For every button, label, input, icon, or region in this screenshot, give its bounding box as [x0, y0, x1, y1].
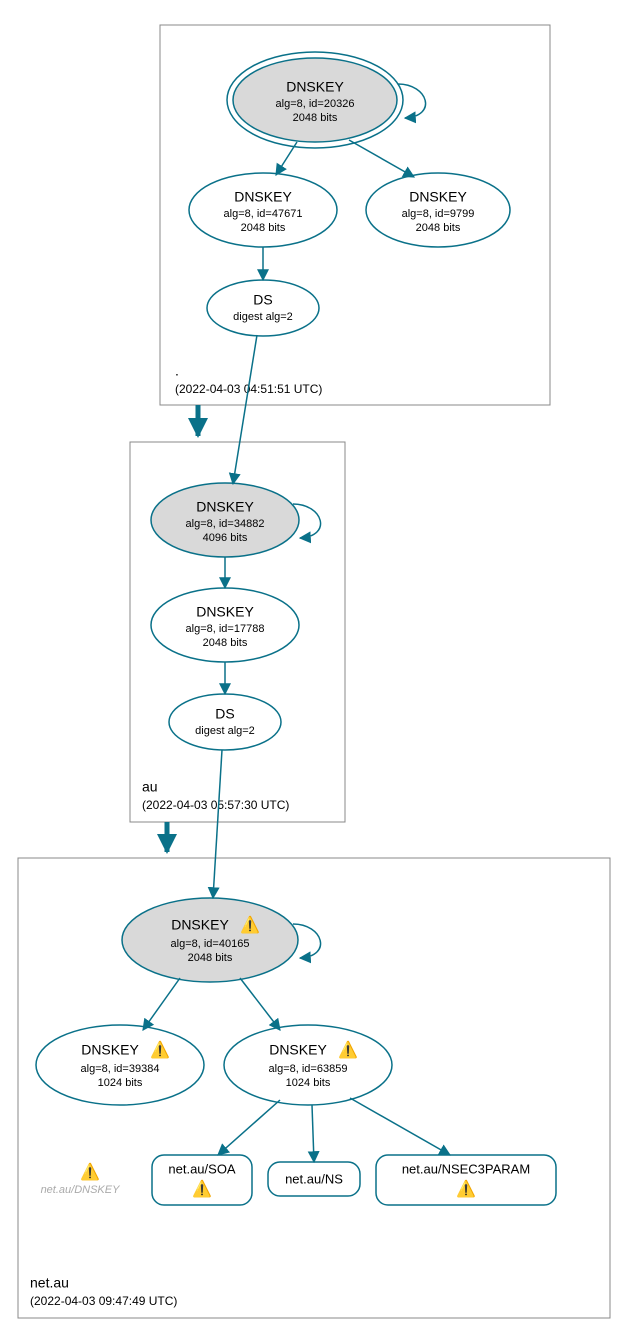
- text: 2048 bits: [188, 952, 233, 964]
- node-netau-zsk2: DNSKEY ⚠️ alg=8, id=63859 1024 bits: [224, 1025, 392, 1105]
- node-au-ksk: DNSKEY alg=8, id=34882 4096 bits: [151, 483, 299, 557]
- text: DNSKEY: [409, 189, 467, 205]
- node-root-zsk1: DNSKEY alg=8, id=47671 2048 bits: [189, 173, 337, 247]
- warning-icon: ⚠️: [338, 1040, 358, 1059]
- node-nsec3: net.au/NSEC3PARAM ⚠️: [376, 1155, 556, 1205]
- text: 1024 bits: [286, 1077, 331, 1089]
- zone-root-label: .: [175, 363, 179, 379]
- edge: [240, 978, 280, 1030]
- node-root-ksk: DNSKEY alg=8, id=20326 2048 bits: [227, 52, 403, 148]
- edge: [312, 1105, 314, 1162]
- text: digest alg=2: [233, 311, 293, 323]
- node-ns: net.au/NS: [268, 1162, 360, 1196]
- warning-icon: ⚠️: [456, 1179, 476, 1198]
- node-netau-ksk: DNSKEY ⚠️ alg=8, id=40165 2048 bits: [122, 898, 298, 982]
- text: DS: [253, 292, 272, 308]
- text: alg=8, id=9799: [402, 208, 475, 220]
- text: net.au/NS: [285, 1171, 343, 1186]
- edge-rootds-auksk: [233, 335, 257, 484]
- text: alg=8, id=17788: [186, 623, 265, 635]
- zone-netau-label: net.au: [30, 1275, 69, 1291]
- node-au-ds: DS digest alg=2: [169, 694, 281, 750]
- text: net.au/SOA: [168, 1161, 236, 1176]
- ghost-dnskey-label: net.au/DNSKEY: [41, 1184, 121, 1196]
- text: DNSKEY: [171, 917, 229, 933]
- zone-netau-ts: (2022-04-03 09:47:49 UTC): [30, 1294, 177, 1308]
- text: net.au/NSEC3PARAM: [402, 1161, 530, 1176]
- text: 2048 bits: [293, 112, 338, 124]
- text: alg=8, id=34882: [186, 518, 265, 530]
- dnssec-graph: DNSKEY alg=8, id=20326 2048 bits DNSKEY …: [0, 0, 621, 1333]
- text: 4096 bits: [203, 532, 248, 544]
- edge: [218, 1100, 280, 1155]
- text: alg=8, id=40165: [171, 938, 250, 950]
- text: alg=8, id=47671: [224, 208, 303, 220]
- text: DS: [215, 706, 234, 722]
- text: 1024 bits: [98, 1077, 143, 1089]
- text: DNSKEY: [269, 1042, 327, 1058]
- text: digest alg=2: [195, 725, 255, 737]
- edge: [276, 142, 297, 175]
- warning-icon: ⚠️: [150, 1040, 170, 1059]
- edge-auds-netauksk: [213, 750, 222, 898]
- node-soa: net.au/SOA ⚠️: [152, 1155, 252, 1205]
- edge: [350, 1098, 450, 1155]
- warning-icon: ⚠️: [240, 915, 260, 934]
- warning-icon: ⚠️: [80, 1162, 100, 1181]
- node-root-ds: DS digest alg=2: [207, 280, 319, 336]
- text: DNSKEY: [196, 499, 254, 515]
- zone-au-label: au: [142, 779, 158, 795]
- text: alg=8, id=39384: [81, 1063, 160, 1075]
- text: DNSKEY: [286, 79, 344, 95]
- text: 2048 bits: [241, 222, 286, 234]
- edge: [349, 140, 414, 177]
- text: 2048 bits: [203, 637, 248, 649]
- edge-root-ksk-self: [398, 84, 426, 118]
- edge: [143, 978, 180, 1030]
- text: alg=8, id=20326: [276, 98, 355, 110]
- text: alg=8, id=63859: [269, 1063, 348, 1075]
- text: 2048 bits: [416, 222, 461, 234]
- text: DNSKEY: [81, 1042, 139, 1058]
- node-au-zsk: DNSKEY alg=8, id=17788 2048 bits: [151, 588, 299, 662]
- node-root-zsk2: DNSKEY alg=8, id=9799 2048 bits: [366, 173, 510, 247]
- node-netau-zsk1: DNSKEY ⚠️ alg=8, id=39384 1024 bits: [36, 1025, 204, 1105]
- text: DNSKEY: [196, 604, 254, 620]
- warning-icon: ⚠️: [192, 1179, 212, 1198]
- text: DNSKEY: [234, 189, 292, 205]
- zone-au-ts: (2022-04-03 05:57:30 UTC): [142, 798, 289, 812]
